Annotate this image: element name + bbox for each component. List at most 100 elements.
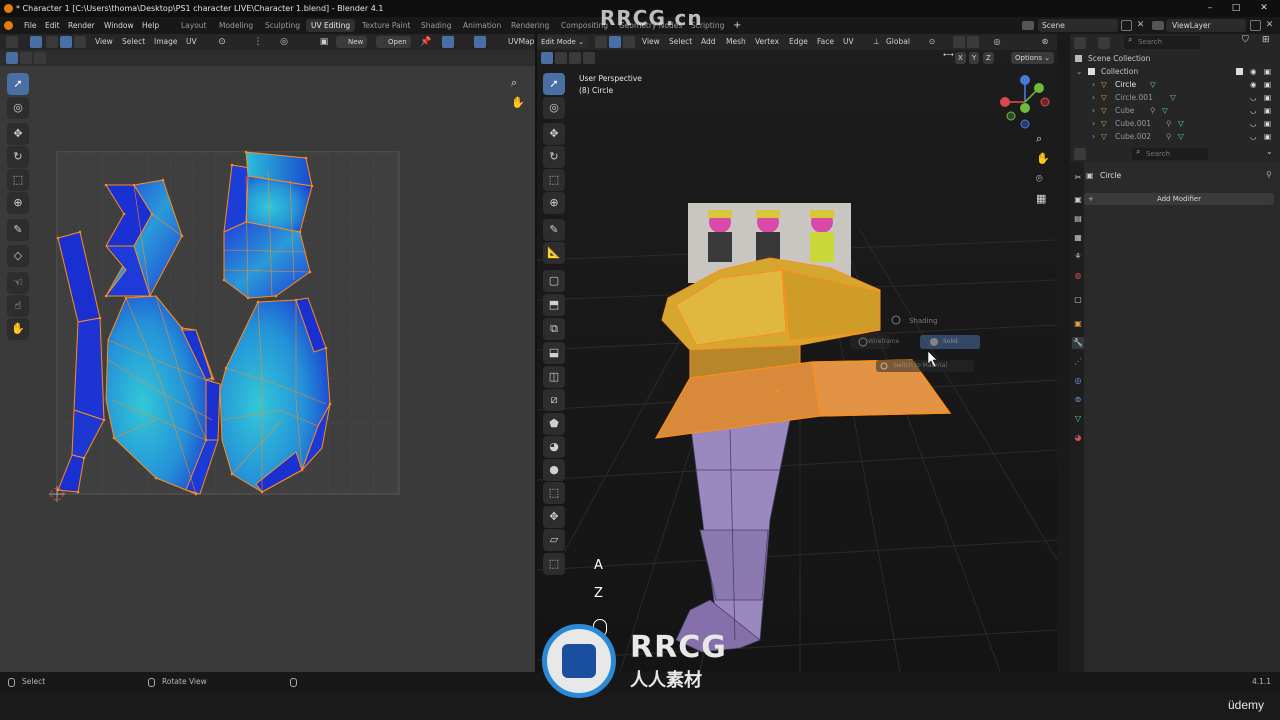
circle-visibility-icon[interactable]: ◉ (1250, 78, 1257, 91)
vp-edge-select-icon[interactable] (609, 36, 621, 48)
menu-edit[interactable]: Edit (45, 17, 60, 34)
vp-tool-select-icon[interactable]: ➚ (543, 73, 565, 95)
transform-orientation[interactable]: Global (886, 34, 910, 50)
overlay-icon[interactable] (474, 36, 486, 48)
vp-tool-shrink-icon[interactable]: ✥ (543, 506, 565, 528)
close-button[interactable]: ✕ (1250, 0, 1278, 17)
uv-tool-scale-icon[interactable]: ⬚ (7, 169, 29, 191)
tab-rendering[interactable]: Rendering (506, 19, 554, 32)
circle001-visibility-icon[interactable]: ◡ (1250, 91, 1257, 104)
uv-tool-move-icon[interactable]: ✥ (7, 123, 29, 145)
3d-viewport[interactable]: Shading Wireframe Solid Switch to Materi… (537, 66, 1057, 672)
tab-object-icon[interactable]: ▣ (1072, 318, 1084, 330)
tab-modeling[interactable]: Modeling (214, 19, 258, 32)
select-subtract-icon[interactable] (34, 52, 46, 64)
collection-checkbox[interactable] (1236, 68, 1243, 75)
menu-file[interactable]: File (24, 17, 37, 34)
expand-arrow-icon[interactable]: › (1092, 78, 1095, 91)
vp-tool-bevel-icon[interactable]: ⬓ (543, 342, 565, 364)
vp-menu-view[interactable]: View (642, 34, 660, 50)
uv-menu-view[interactable]: View (95, 34, 113, 50)
pivot-icon[interactable]: ⊙ (216, 36, 228, 48)
uv-editor-canvas[interactable]: ➚ ◎ ✥ ↻ ⬚ ⊕ ✎ ◇ ☜ ☝ ✋ ⌕ ✋ (0, 66, 535, 672)
uv-menu-image[interactable]: Image (154, 34, 178, 50)
uv-menu-select[interactable]: Select (122, 34, 145, 50)
tab-shading[interactable]: Shading (416, 19, 456, 32)
uv-tool-annotate-icon[interactable]: ✎ (7, 219, 29, 241)
expand-arrow-icon[interactable]: › (1092, 91, 1095, 104)
tab-modifiers-icon[interactable]: 🔧 (1072, 337, 1084, 349)
delete-scene-icon[interactable]: ✕ (1135, 20, 1146, 31)
properties-search-field[interactable]: Search (1132, 148, 1208, 160)
outliner-editor-icon[interactable] (1074, 37, 1086, 49)
tab-tool-icon[interactable]: ✂ (1072, 172, 1084, 184)
pie-solid-label[interactable]: Solid (943, 338, 958, 345)
vp-menu-add[interactable]: Add (701, 34, 716, 50)
vp-vertex-select-icon[interactable] (595, 36, 607, 48)
vp-tool-cursor-icon[interactable]: ◎ (543, 97, 565, 119)
open-image-button[interactable]: Open (376, 36, 411, 48)
mirror-icon[interactable]: ⟷ (943, 50, 954, 59)
circle001-render-icon[interactable]: ▣ (1264, 91, 1271, 104)
collection-render-icon[interactable]: ▣ (1264, 65, 1271, 78)
uv-tool-rotate-icon[interactable]: ↻ (7, 146, 29, 168)
vp-pivot-icon[interactable]: ⊙ (929, 34, 935, 50)
select-extend-icon[interactable] (20, 52, 32, 64)
collection-visibility-icon[interactable]: ◉ (1250, 65, 1257, 78)
tab-material-icon[interactable]: ◕ (1072, 432, 1084, 444)
outliner-row-cube[interactable]: › ▽ Cube ⚲ ▽ ◡ ▣ (1070, 104, 1280, 117)
vp-menu-mesh[interactable]: Mesh (726, 34, 746, 50)
vp-tool-knife-icon[interactable]: ⧄ (543, 389, 565, 411)
expand-arrow-icon[interactable]: › (1092, 117, 1095, 130)
add-modifier-button[interactable]: + Add Modifier (1084, 193, 1274, 205)
vp-tool-inset-icon[interactable]: ⧉ (543, 318, 565, 340)
circle-render-icon[interactable]: ▣ (1264, 78, 1271, 91)
new-image-button[interactable]: New (336, 36, 368, 48)
uv-tool-pinch-icon[interactable]: ✋ (7, 318, 29, 340)
vp-proportional-icon[interactable]: ◎ (991, 36, 1003, 48)
image-icon[interactable]: ▣ (318, 36, 330, 48)
maximize-button[interactable]: □ (1222, 0, 1250, 17)
vp-tool-smooth-icon[interactable]: ● (543, 459, 565, 481)
uv-tool-cursor-icon[interactable]: ◎ (7, 97, 29, 119)
vp-menu-select[interactable]: Select (669, 34, 692, 50)
vp-tool-measure-icon[interactable]: 📐 (543, 242, 565, 264)
options-dropdown[interactable]: Options ⌄ (1011, 52, 1055, 64)
vp-pan-icon[interactable]: ✋ (1036, 152, 1050, 165)
cube-visibility-icon[interactable]: ◡ (1250, 104, 1257, 117)
tab-uv-editing[interactable]: UV Editing (306, 19, 356, 32)
menu-window[interactable]: Window (104, 17, 134, 34)
vertex-select-icon[interactable] (46, 36, 58, 48)
tab-data-icon[interactable]: ▽ (1072, 413, 1084, 425)
outliner-row-scene-collection[interactable]: Scene Collection (1070, 52, 1280, 65)
expand-arrow-icon[interactable]: › (1092, 104, 1095, 117)
vp-ortho-toggle-icon[interactable]: ▦ (1036, 192, 1046, 205)
tab-view-layer-icon[interactable]: ▦ (1072, 232, 1084, 244)
pie-material-label[interactable]: Switch to Material (893, 362, 947, 369)
vp-menu-edge[interactable]: Edge (789, 34, 808, 50)
cube001-visibility-icon[interactable]: ◡ (1250, 117, 1257, 130)
mirror-y-toggle[interactable]: Y (969, 52, 980, 64)
vp-tool-loopcut-icon[interactable]: ◫ (543, 366, 565, 388)
tab-collection-icon[interactable]: ▢ (1072, 294, 1084, 306)
vp-menu-vertex[interactable]: Vertex (755, 34, 779, 50)
uv-menu-uv[interactable]: UV (186, 34, 197, 50)
vp-tool-move-icon[interactable]: ✥ (543, 123, 565, 145)
pie-wireframe-label[interactable]: Wireframe (868, 338, 899, 345)
outliner-display-mode-icon[interactable] (1098, 37, 1110, 49)
vp-tool-shear-icon[interactable]: ▱ (543, 529, 565, 551)
outliner-filter-icon[interactable]: ⛉ (1242, 35, 1249, 45)
select-box-icon[interactable] (6, 52, 18, 64)
outliner-row-collection[interactable]: ⌄ Collection ◉ ▣ (1070, 65, 1280, 78)
vp-tool-scale-icon[interactable]: ⬚ (543, 169, 565, 191)
cube002-visibility-icon[interactable]: ◡ (1250, 130, 1257, 143)
properties-editor-icon[interactable] (1074, 148, 1086, 160)
new-collection-icon[interactable]: ⊞ (1262, 35, 1270, 45)
outliner-row-cube002[interactable]: › ▽ Cube.002 ⚲ ▽ ◡ ▣ (1070, 130, 1280, 143)
outliner-search-field[interactable]: Search (1124, 36, 1200, 49)
vp-tool-rip-icon[interactable]: ⬚ (543, 553, 565, 575)
view-layer-icon[interactable] (1152, 21, 1164, 30)
vp-face-select-icon[interactable] (623, 36, 635, 48)
tab-layout[interactable]: Layout (176, 19, 212, 32)
uv-zoom-icon[interactable]: ⌕ (511, 76, 517, 90)
